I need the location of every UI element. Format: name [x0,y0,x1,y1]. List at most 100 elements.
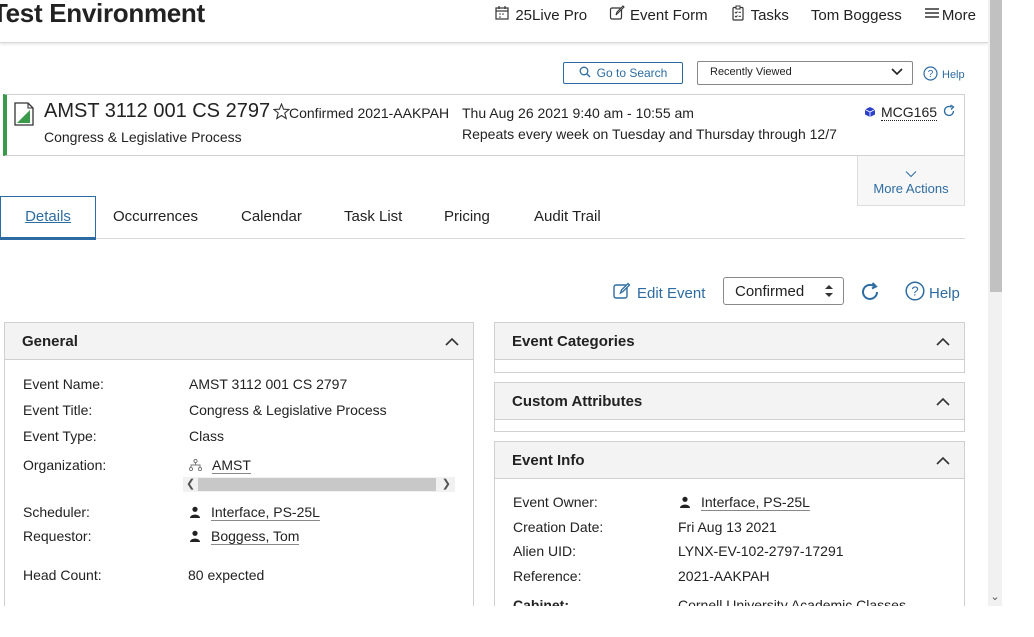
person-icon [189,529,201,545]
nav-25live-pro[interactable]: 25Live Pro [494,5,587,25]
event-state-reference: Confirmed 2021-AAKPAH [289,105,449,121]
search-icon [579,66,591,81]
custom-attributes-heading: Custom Attributes [512,393,643,410]
top-header: Test Environment 25Live Pro Event Form T… [0,0,988,43]
general-panel-header[interactable]: General [5,323,473,360]
tab-task-list[interactable]: Task List [344,208,402,225]
clipboard-icon [730,5,746,25]
svg-text:?: ? [911,284,918,299]
refresh-location-icon[interactable] [942,104,956,121]
event-location: MCG165 [864,104,956,121]
creation-date-label: Creation Date: [513,519,604,535]
event-state-select[interactable]: Confirmed [723,277,844,305]
help-link-toolbar[interactable]: ? Help [905,281,960,305]
location-link[interactable]: MCG165 [881,104,938,121]
nav-user[interactable]: Tom Boggess [811,7,902,24]
event-state-value: Confirmed [735,283,805,300]
nav-more-label: More [941,6,976,24]
event-tabs: Details Occurrences Calendar Task List P… [0,196,965,240]
nav-event-form-label: Event Form [630,6,708,24]
recently-viewed-label: Recently Viewed [710,66,792,78]
event-title-sub: Congress & Legislative Process [44,129,242,145]
calendar-icon [494,5,510,25]
requestor-link[interactable]: Boggess, Tom [211,528,300,545]
help-toolbar-label: Help [929,284,960,302]
event-document-icon [14,102,34,129]
scroll-left-arrow-icon[interactable]: ❮ [186,477,195,490]
chevron-up-icon[interactable] [936,334,950,351]
organization-label: Organization: [23,457,107,473]
event-info-header[interactable]: Event Info [495,442,964,479]
tab-calendar[interactable]: Calendar [241,208,302,225]
chevron-up-icon[interactable] [936,453,950,470]
chevron-up-icon[interactable] [445,334,459,351]
organization-scrollbar[interactable]: ❮ ❯ [183,477,455,492]
cabinet-label: Cabinet: [513,597,569,606]
help-top-label: Help [942,69,965,81]
tab-pricing[interactable]: Pricing [444,208,490,225]
creation-date-value: Fri Aug 13 2021 [678,519,777,535]
requestor-label: Requestor: [23,528,92,544]
person-icon [679,495,691,511]
chevron-up-icon[interactable] [936,394,950,411]
top-nav: 25Live Pro Event Form Tasks Tom Boggess … [494,5,976,25]
event-title-value: Congress & Legislative Process [189,402,387,418]
scheduler-label: Scheduler: [23,504,90,520]
event-categories-header[interactable]: Event Categories [495,323,964,360]
event-reference: 2021-AAKPAH [357,105,450,121]
organization-scroll-thumb[interactable] [198,478,436,491]
favorite-star-icon[interactable] [272,102,291,123]
reference-label: Reference: [513,568,582,584]
event-categories-heading: Event Categories [512,333,635,350]
organization-value: AMST [188,457,251,474]
svg-text:?: ? [928,69,934,80]
go-to-search-button[interactable]: Go to Search [563,62,683,84]
scroll-down-arrow-icon[interactable]: ⌄ [988,590,1002,606]
help-link-top[interactable]: ? Help [923,66,965,84]
event-state: Confirmed [289,105,354,121]
tab-audit-trail[interactable]: Audit Trail [534,208,601,225]
event-type-label: Event Type: [23,428,97,444]
scroll-right-arrow-icon[interactable]: ❯ [442,477,451,490]
refresh-icon[interactable] [859,281,881,306]
head-count-value: 80 expected [188,567,265,583]
event-header-card: AMST 3112 001 CS 2797 Confirmed 2021-AAK… [3,94,965,156]
page-bottom-edge [0,606,1034,637]
more-actions-label: More Actions [873,181,949,196]
recently-viewed-select[interactable]: Recently Viewed [697,61,913,85]
nav-more[interactable]: More [924,5,976,25]
nav-tasks[interactable]: Tasks [730,5,789,25]
custom-attributes-header[interactable]: Custom Attributes [495,383,964,420]
organization-link[interactable]: AMST [212,457,251,474]
edit-event-label: Edit Event [637,284,706,302]
scheduler-link[interactable]: Interface, PS-25L [211,504,320,521]
go-to-search-label: Go to Search [596,66,668,80]
reference-value: 2021-AAKPAH [678,568,770,584]
org-hierarchy-icon [188,458,203,474]
chevron-down-icon [891,66,903,79]
alien-uid-label: Alien UID: [513,543,577,559]
nav-event-form[interactable]: Event Form [609,5,708,25]
event-name-label: Event Name: [23,376,104,392]
edit-icon [609,5,625,25]
event-title-label: Event Title: [23,402,93,418]
event-datetime: Thu Aug 26 2021 9:40 am - 10:55 am [462,105,694,121]
page-scrollbar[interactable] [988,0,1002,608]
help-icon: ? [905,281,925,305]
alien-uid-value: LYNX-EV-102-2797-17291 [678,543,844,559]
requestor-value: Boggess, Tom [189,528,300,545]
event-owner-value: Interface, PS-25L [679,494,810,511]
event-categories-panel: Event Categories [494,322,965,373]
general-heading: General [22,333,78,350]
edit-icon [613,282,631,304]
edit-event-button[interactable]: Edit Event [613,282,705,304]
event-owner-link[interactable]: Interface, PS-25L [701,494,810,511]
nav-25live-pro-label: 25Live Pro [515,6,588,24]
event-owner-label: Event Owner: [513,494,598,510]
tab-occurrences[interactable]: Occurrences [113,208,198,225]
environment-title: Test Environment [0,0,205,28]
nav-tasks-label: Tasks [750,6,789,24]
event-type-value: Class [189,428,225,444]
tab-details[interactable]: Details [0,196,96,240]
scrollbar-thumb[interactable] [990,0,1002,292]
